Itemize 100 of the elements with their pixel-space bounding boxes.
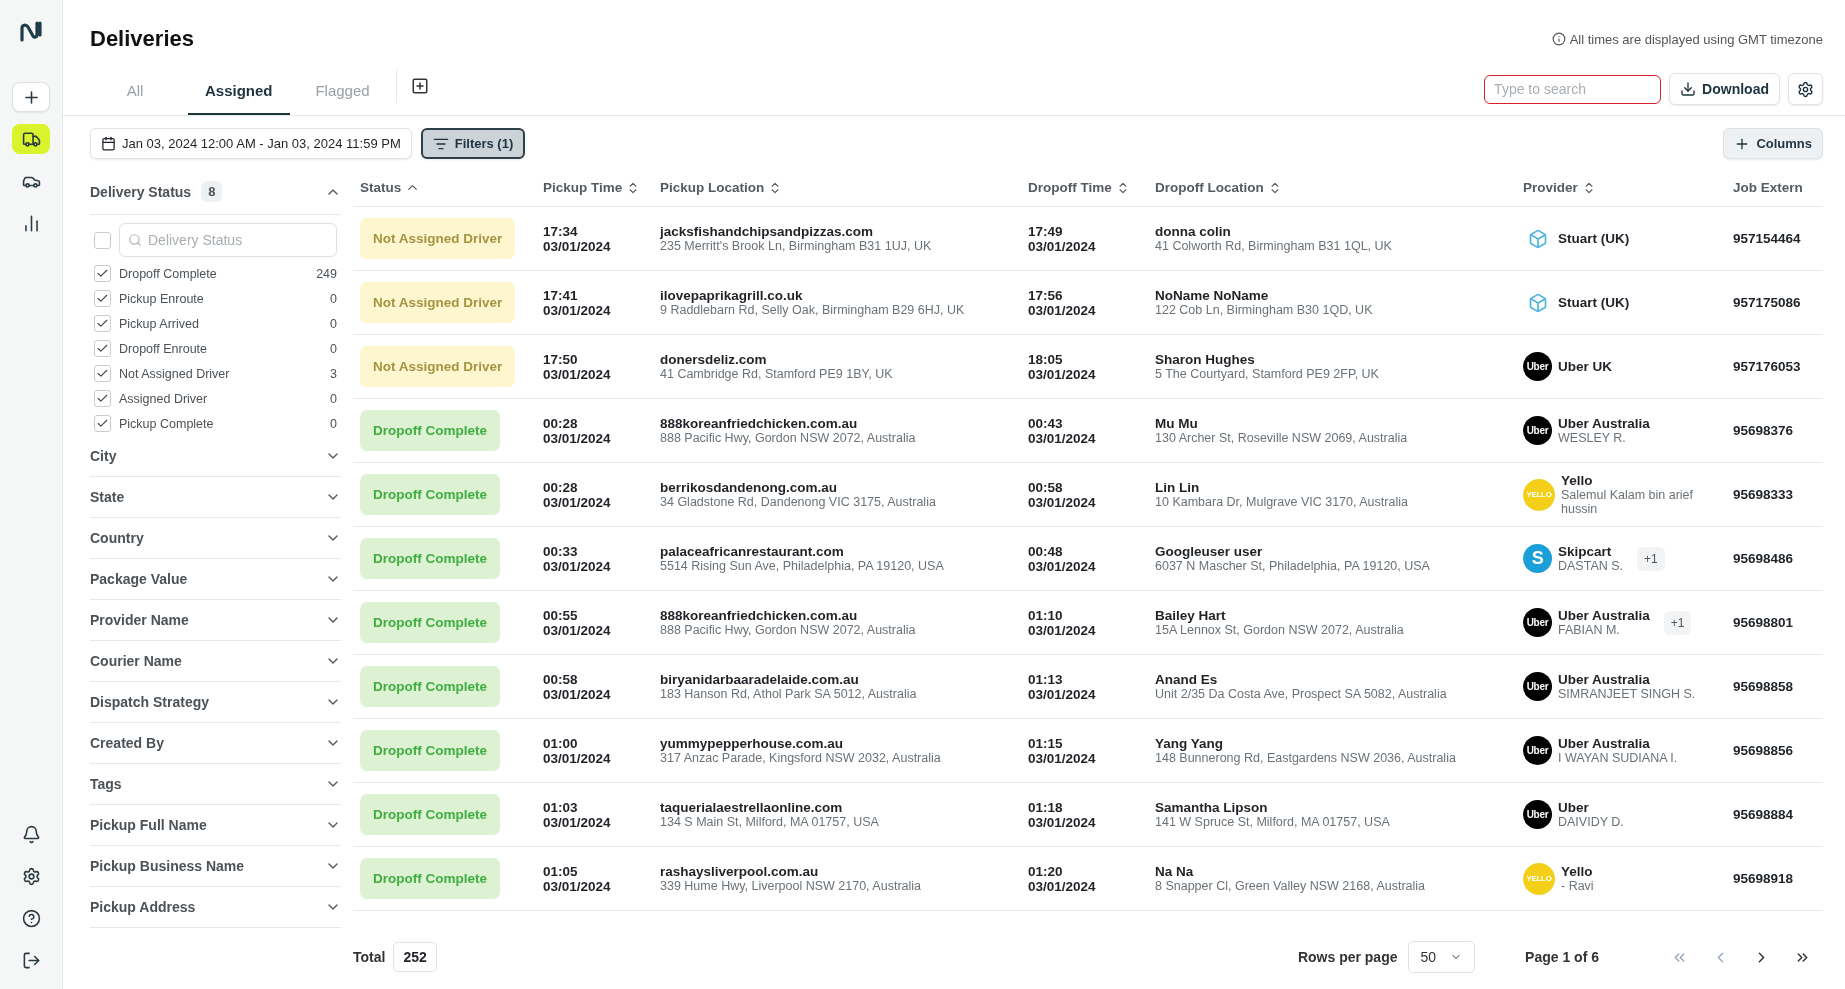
dropoff-time: 01:13 [1028, 671, 1064, 687]
dropoff-address: 15A Lennox St, Gordon NSW 2072, Australia [1155, 623, 1405, 637]
courier-name: - Ravi [1561, 879, 1594, 893]
filter-section-header[interactable]: Pickup Business Name [90, 846, 341, 886]
download-button[interactable]: Download [1669, 73, 1780, 105]
provider-logo: Uber [1523, 672, 1552, 701]
filter-title: Dispatch Strategy [90, 694, 210, 710]
settings-button[interactable] [1788, 73, 1823, 105]
rows-per-page-select[interactable]: 50 [1407, 941, 1476, 973]
check-icon [96, 392, 109, 405]
checkbox[interactable] [94, 290, 111, 307]
column-header[interactable]: Status [360, 180, 543, 195]
dropoff-time: 01:18 [1028, 799, 1064, 815]
filter-section-header[interactable]: State [90, 477, 341, 517]
add-tab-button[interactable] [395, 68, 429, 103]
pickup-time: 01:05 [543, 863, 579, 879]
courier-name: DASTAN S. [1558, 559, 1624, 573]
extra-count-badge: +1 [1663, 610, 1692, 635]
status-badge: Dropoff Complete [360, 538, 500, 579]
page-indicator: Page 1 of 6 [1525, 949, 1599, 965]
settings-icon [1797, 80, 1814, 98]
courier-name: I WAYAN SUDIANA I. [1558, 751, 1678, 765]
dropoff-name: Sharon Hughes [1155, 352, 1256, 367]
total-label: Total [353, 949, 386, 965]
pickup-address: 339 Hume Hwy, Liverpool NSW 2170, Australia [660, 879, 922, 893]
checkbox[interactable] [94, 315, 111, 332]
filter-section-header[interactable]: Provider Name [90, 600, 341, 640]
status-badge: Dropoff Complete [360, 410, 500, 451]
info-icon [1551, 32, 1566, 46]
provider-name: Uber UK [1558, 359, 1612, 374]
status-badge: Not Assigned Driver [360, 218, 516, 259]
tab[interactable]: Assigned [188, 68, 290, 115]
search-field[interactable]: Type to search [1484, 74, 1662, 104]
filter-section-header[interactable]: Tags [90, 764, 341, 804]
dropoff-time: 17:49 [1028, 223, 1064, 239]
column-header[interactable]: Provider [1523, 180, 1733, 195]
check-icon [96, 367, 109, 380]
filter-section-header[interactable]: Created By [90, 723, 341, 763]
pickup-address: 888 Pacific Hwy, Gordon NSW 2072, Australia [660, 623, 917, 637]
checkbox[interactable] [94, 365, 111, 382]
pickup-name: 888koreanfriedchicken.com.au [660, 416, 859, 431]
filter-option-count: 0 [330, 391, 337, 406]
filter-section-header[interactable]: Dispatch Strategy [90, 682, 341, 722]
pickup-date: 03/01/2024 [543, 366, 612, 382]
bell-icon [21, 824, 41, 844]
columns-button[interactable]: Columns [1723, 128, 1823, 159]
filter-section-header[interactable]: Pickup Full Name [90, 805, 341, 845]
pickup-time: 00:58 [543, 671, 579, 687]
filter-count: 8 [201, 181, 223, 202]
column-header[interactable]: Pickup Location [660, 180, 1028, 195]
filter-title: Country [90, 530, 144, 546]
filters-button[interactable]: Filters (1) [420, 128, 526, 159]
pickup-address: 183 Hanson Rd, Athol Park SA 5012, Australia [660, 687, 918, 701]
dropoff-name: Anand Es [1155, 672, 1219, 687]
pickup-time: 01:03 [543, 799, 579, 815]
dropoff-time: 01:15 [1028, 735, 1064, 751]
filter-title: Pickup Business Name [90, 858, 245, 874]
plus-square-icon [410, 76, 429, 95]
pickup-date: 03/01/2024 [543, 302, 612, 318]
column-header[interactable]: Pickup Time [543, 180, 660, 195]
filter-title: Created By [90, 735, 164, 751]
filter-section-header[interactable]: Courier Name [90, 641, 341, 681]
checkbox[interactable] [94, 231, 111, 249]
checkbox[interactable] [94, 265, 111, 282]
checkbox[interactable] [94, 340, 111, 357]
check-icon [96, 267, 109, 280]
checkbox[interactable] [94, 390, 111, 407]
filter-search-field[interactable]: Delivery Status [119, 223, 337, 257]
dropoff-date: 03/01/2024 [1028, 686, 1097, 702]
pickup-name: berrikosdandenong.com.au [660, 480, 839, 495]
dropoff-address: 8 Snapper Cl, Green Valley NSW 2168, Australia [1155, 879, 1427, 893]
filter-option-count: 0 [330, 316, 337, 331]
pickup-date: 03/01/2024 [543, 878, 612, 894]
column-header[interactable]: Dropoff Location [1155, 180, 1523, 195]
filter-section-header[interactable]: Pickup Address [90, 887, 341, 927]
dropoff-time: 17:56 [1028, 287, 1064, 303]
filter-section-header[interactable]: Package Value [90, 559, 341, 599]
checkbox[interactable] [94, 415, 111, 432]
filter-option-label: Dropoff Complete [119, 266, 218, 281]
date-range-picker[interactable]: Jan 03, 2024 12:00 AM - Jan 03, 2024 11:59 PM [90, 128, 412, 159]
filter-option-label: Pickup Arrived [119, 316, 200, 331]
filter-section-header[interactable]: Delivery Status 8 [90, 169, 341, 215]
status-badge: Not Assigned Driver [360, 282, 516, 323]
check-icon [96, 292, 109, 305]
provider-name: Stuart (UK) [1558, 295, 1630, 310]
timezone-note: All times are displayed using GMT timezone [1569, 31, 1823, 47]
filter-section-header[interactable]: Country [90, 518, 341, 558]
column-header[interactable]: Dropoff Time [1028, 180, 1155, 195]
filter-title: Package Value [90, 571, 188, 587]
filter-option-label: Pickup Complete [119, 416, 215, 431]
search-icon [128, 233, 142, 247]
filter-title: Courier Name [90, 653, 182, 669]
sidebar-button[interactable] [12, 124, 50, 154]
status-badge: Dropoff Complete [360, 666, 500, 707]
filter-option-count: 249 [316, 266, 337, 281]
filter-section-header[interactable]: City [90, 436, 341, 476]
job-id: 95698333 [1733, 487, 1795, 502]
truck-icon [21, 129, 41, 149]
column-header[interactable]: Job Extern [1733, 180, 1823, 195]
box-logo-icon [1527, 228, 1548, 249]
